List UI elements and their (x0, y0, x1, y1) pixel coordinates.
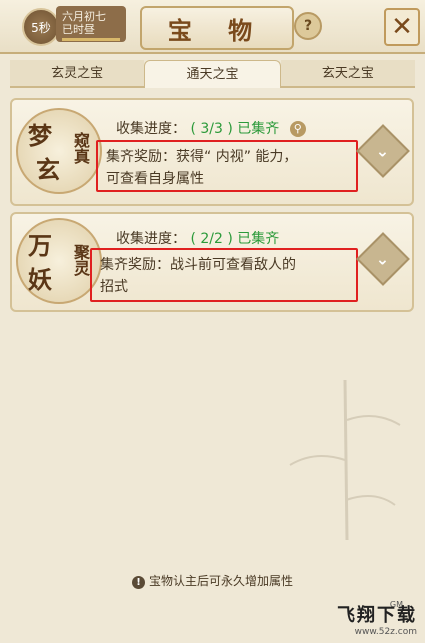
footer-note-text: 宝物认主后可永久增加属性 (148, 574, 293, 588)
treasure-emblem: 梦 玄 窥真 (16, 108, 102, 194)
timer-badge: 5秒 (22, 8, 60, 46)
reward-line-1: 集齐奖励：获得“ 内视” 能力， (106, 149, 298, 165)
progress-status: 已集齐 (237, 231, 280, 247)
reward-line-2: 招式 (100, 279, 128, 295)
progress-status: 已集齐 (237, 121, 280, 137)
timer-text: 5秒 (31, 20, 51, 35)
chevron-down-icon: ⌄ (376, 249, 390, 269)
date-line-2: 已时昼 (62, 23, 95, 36)
emblem-char: 万 (28, 231, 52, 260)
collection-progress: 收集进度： ( 3/3 ) 已集齐 ⚲ (116, 118, 306, 138)
question-icon: ? (303, 18, 313, 34)
info-icon: ! (131, 576, 145, 589)
progress-value: ( 2/2 ) (190, 231, 233, 247)
bamboo-decoration (289, 380, 401, 540)
expand-button[interactable]: ⌄ (356, 232, 410, 286)
title-plaque: 宝 物 (140, 6, 294, 50)
footer-note: ! 宝物认主后可永久增加属性 (0, 572, 425, 589)
treasure-tabs: 玄灵之宝 通天之宝 玄天之宝 (10, 60, 415, 88)
reward-line-2: 可查看自身属性 (106, 171, 204, 187)
collection-reward: 集齐奖励：战斗前可查看敌人的 招式 (90, 248, 358, 302)
tab-xuanling[interactable]: 玄灵之宝 (10, 60, 145, 88)
date-display: 六月初七 已时昼 (62, 10, 106, 36)
site-watermark: 飞翔下载 www.52z.com (337, 601, 417, 637)
emblem-side-text: 聚灵 (71, 244, 90, 276)
treasure-card: 梦 玄 窥真 收集进度： ( 3/3 ) 已集齐 ⚲ 集齐奖励：获得“ 内视” … (10, 98, 414, 206)
help-button[interactable]: ? (294, 12, 322, 40)
watermark-sub: www.52z.com (354, 627, 417, 637)
progress-label: 收集进度： (116, 231, 186, 247)
top-bar: 5秒 六月初七 已时昼 宝 物 ? ✕ (0, 0, 425, 54)
date-line-1: 六月初七 (62, 10, 106, 23)
emblem-side-text: 窥真 (71, 132, 90, 164)
emblem-char: 玄 (36, 155, 60, 184)
close-icon: ✕ (391, 12, 413, 42)
reward-line-1: 集齐奖励：战斗前可查看敌人的 (100, 257, 296, 273)
time-progress-bar (62, 38, 120, 41)
treasure-card: 万 妖 聚灵 收集进度： ( 2/2 ) 已集齐 集齐奖励：战斗前可查看敌人的 … (10, 212, 414, 312)
tab-xuantian[interactable]: 玄天之宝 (280, 60, 415, 88)
collection-reward: 集齐奖励：获得“ 内视” 能力， 可查看自身属性 (96, 140, 358, 192)
close-button[interactable]: ✕ (384, 8, 420, 46)
search-icon[interactable]: ⚲ (289, 121, 306, 137)
emblem-char: 梦 (28, 121, 52, 150)
tab-tongtian[interactable]: 通天之宝 (144, 60, 281, 88)
page-title: 宝 物 (167, 15, 267, 45)
expand-button[interactable]: ⌄ (356, 124, 410, 178)
watermark-main: 飞翔下载 (337, 605, 417, 626)
chevron-down-icon: ⌄ (376, 141, 390, 161)
progress-value: ( 3/3 ) (190, 121, 233, 137)
progress-label: 收集进度： (116, 121, 186, 137)
collection-progress: 收集进度： ( 2/2 ) 已集齐 (116, 228, 279, 248)
emblem-char: 妖 (28, 265, 52, 294)
